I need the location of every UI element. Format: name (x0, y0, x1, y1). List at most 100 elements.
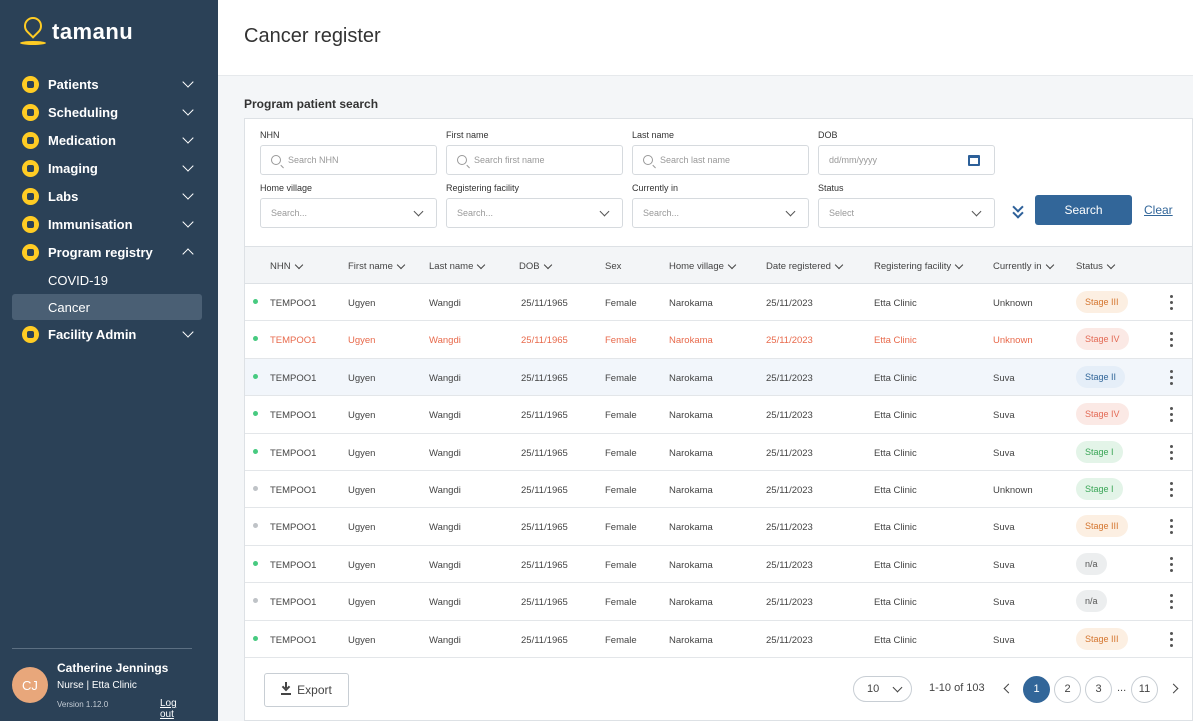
sidebar-item-program-registry[interactable]: Program registry (0, 238, 218, 266)
cell-first: Ugyen (348, 484, 376, 496)
sidebar-item-facility-admin[interactable]: Facility Admin (0, 320, 218, 348)
status-dot (253, 598, 258, 604)
sidebar-subitem-covid-19[interactable]: COVID-19 (0, 266, 218, 294)
sidebar-item-scheduling[interactable]: Scheduling (0, 98, 218, 126)
more-options-icon[interactable] (1170, 594, 1173, 610)
status-dot (253, 299, 258, 304)
status-badge: Stage I (1076, 477, 1123, 500)
app-version: Version 1.12.0 (57, 700, 109, 709)
sidebar-item-labs[interactable]: Labs (0, 182, 218, 210)
sidebar-item-label: Imaging (48, 160, 98, 176)
sidebar-item-label: Patients (48, 76, 99, 92)
cell-last: Wangdi (429, 597, 461, 609)
col-nhn[interactable]: NHN (270, 260, 303, 272)
rows-per-page-select[interactable]: 10 (853, 675, 912, 702)
status-badge: Stage III (1076, 515, 1128, 538)
registering-facility-select[interactable]: Search... (446, 198, 623, 228)
table-row[interactable]: TEMPOO1 Ugyen Wangdi 25/11/1965 Female Naroka… (245, 546, 1192, 584)
more-options-icon[interactable] (1170, 407, 1173, 423)
search-section-title: Program patient search (244, 97, 379, 111)
last-name-input[interactable]: Search last name (632, 145, 809, 175)
table-row[interactable]: TEMPOO1 Ugyen Wangdi 25/11/1965 Female Naroka… (245, 358, 1192, 397)
more-options-icon[interactable] (1170, 631, 1173, 647)
col-date-registered[interactable]: Date registered (766, 260, 844, 272)
col-currently-in[interactable]: Currently in (993, 260, 1054, 272)
page-button-2[interactable]: 2 (1054, 675, 1081, 703)
cell-currently: Unknown (993, 298, 1033, 309)
col-status[interactable]: Status (1076, 260, 1116, 272)
search-button[interactable]: Search (1035, 195, 1132, 225)
nhn-input[interactable]: Search NHN (260, 145, 437, 175)
page-button-3[interactable]: 3 (1085, 675, 1112, 703)
dob-input[interactable]: dd/mm/yyyy (818, 145, 995, 175)
sidebar-item-imaging[interactable]: Imaging (0, 154, 218, 182)
col-last-name[interactable]: Last name (429, 260, 486, 272)
chevron-down-icon (182, 104, 194, 116)
cell-nhn: TEMPOO1 (270, 634, 317, 646)
calendar-icon[interactable] (968, 154, 980, 166)
cell-last: Wangdi (429, 484, 461, 496)
col-home-village[interactable]: Home village (669, 260, 737, 272)
table-row[interactable]: TEMPOO1 Ugyen Wangdi 25/11/1965 Female Naroka… (245, 471, 1192, 509)
col-dob[interactable]: DOB (519, 260, 552, 272)
currently-in-select[interactable]: Search... (632, 198, 809, 228)
more-options-icon[interactable] (1170, 444, 1173, 460)
search-icon (457, 155, 467, 165)
tamanu-logo[interactable]: tamanu (20, 13, 133, 47)
cell-sex: Female (605, 634, 637, 646)
chevron-down-icon (294, 260, 303, 270)
table-row[interactable]: TEMPOO1 Ugyen Wangdi 25/11/1965 Female Naroka… (245, 284, 1192, 322)
first-name-input[interactable]: Search first name (446, 145, 623, 175)
page-header: Cancer register (218, 0, 1193, 76)
cell-first: Ugyen (348, 559, 376, 571)
clear-button[interactable]: Clear (1144, 203, 1173, 217)
col-first-name[interactable]: First name (348, 260, 406, 272)
page-button-1[interactable]: 1 (1023, 675, 1050, 703)
advanced-filter-icon[interactable] (1011, 201, 1025, 219)
user-panel: CJ Catherine Jennings Nurse | Etta Clini… (12, 648, 192, 720)
page-button-11[interactable]: 11 (1131, 675, 1158, 703)
chevron-down-icon (413, 206, 424, 217)
status-dot (253, 411, 258, 417)
chevron-left-icon[interactable] (1003, 683, 1014, 694)
cell-facility: Etta Clinic (874, 484, 917, 496)
cell-first: Ugyen (348, 597, 376, 609)
chevron-right-icon[interactable] (1168, 683, 1179, 694)
sidebar-item-medication[interactable]: Medication (0, 126, 218, 154)
logout-link[interactable]: Log out (160, 698, 192, 720)
more-options-icon[interactable] (1170, 295, 1173, 310)
cell-first: Ugyen (348, 298, 376, 309)
main-content: Cancer register Program patient search N… (218, 0, 1193, 721)
cell-last: Wangdi (429, 522, 461, 534)
cell-registered: 25/11/2023 (766, 484, 813, 496)
status-dot (253, 523, 258, 529)
table-row[interactable]: TEMPOO1 Ugyen Wangdi 25/11/1965 Female Naroka… (245, 396, 1192, 434)
more-options-icon[interactable] (1170, 519, 1173, 535)
table-row[interactable]: TEMPOO1 Ugyen Wangdi 25/11/1965 Female Naroka… (245, 434, 1192, 471)
more-options-icon[interactable] (1170, 481, 1173, 497)
status-badge: n/a (1076, 590, 1107, 613)
dob-placeholder: dd/mm/yyyy (829, 155, 878, 165)
table-row[interactable]: TEMPOO1 Ugyen Wangdi 25/11/1965 Female Naroka… (245, 508, 1192, 546)
cell-nhn: TEMPOO1 (270, 597, 317, 609)
table-row[interactable]: TEMPOO1 Ugyen Wangdi 25/11/1965 Female Naroka… (245, 621, 1192, 658)
cell-village: Narokama (669, 484, 713, 496)
col-label: DOB (519, 261, 540, 272)
col-sex[interactable]: Sex (605, 261, 621, 272)
more-options-icon[interactable] (1170, 556, 1173, 572)
more-options-icon[interactable] (1170, 369, 1173, 385)
cell-first: Ugyen (348, 410, 376, 422)
sidebar-item-patients[interactable]: Patients (0, 70, 218, 98)
cell-currently: Suva (993, 410, 1015, 422)
table-row[interactable]: TEMPOO1 Ugyen Wangdi 25/11/1965 Female Naroka… (245, 583, 1192, 621)
sidebar-nav: Patients Scheduling Medication Imaging L… (0, 70, 218, 348)
export-button[interactable]: Export (264, 672, 349, 707)
more-options-icon[interactable] (1170, 332, 1173, 348)
col-registering-facility[interactable]: Registering facility (874, 260, 964, 272)
status-placeholder: Select (829, 208, 855, 218)
table-row[interactable]: TEMPOO1 Ugyen Wangdi 25/11/1965 Female Naroka… (245, 321, 1192, 359)
home-village-select[interactable]: Search... (260, 198, 437, 228)
sidebar-item-immunisation[interactable]: Immunisation (0, 210, 218, 238)
sidebar-subitem-cancer[interactable]: Cancer (12, 294, 202, 320)
status-select[interactable]: Select (818, 198, 995, 228)
